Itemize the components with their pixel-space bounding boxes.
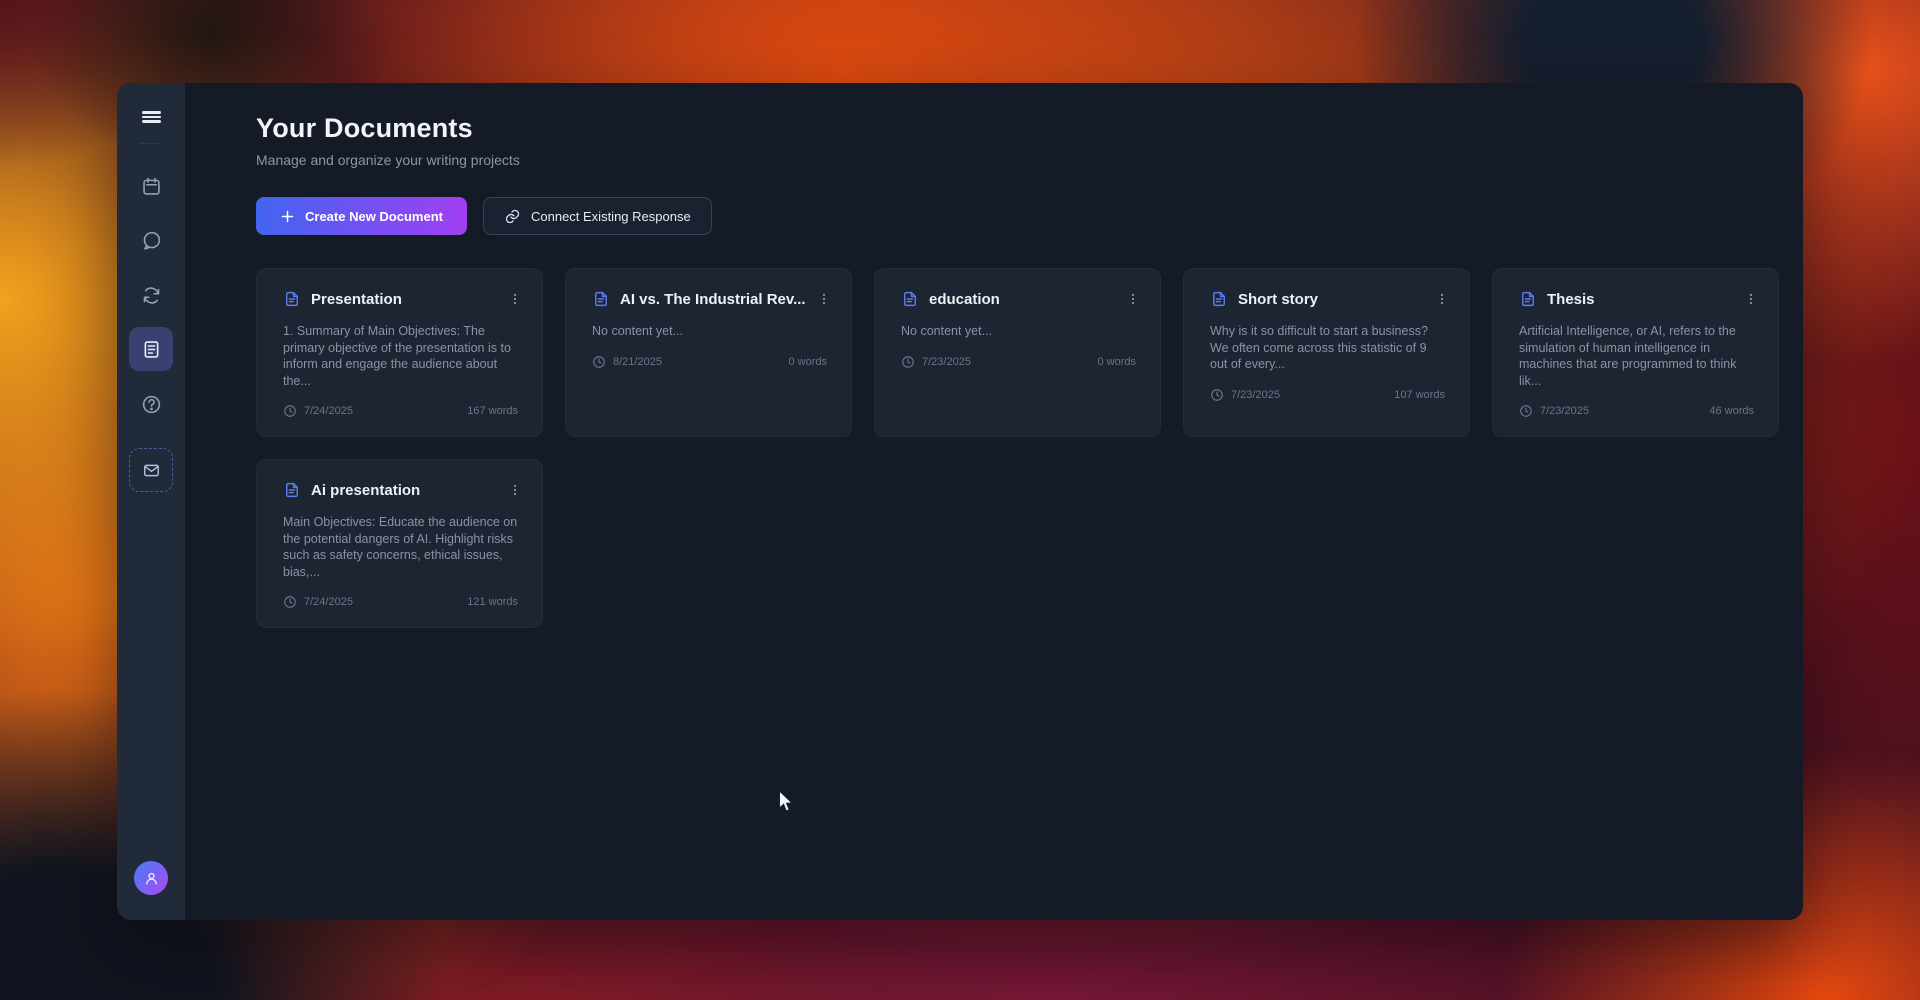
hamburger-icon [141, 109, 161, 125]
kebab-icon [513, 484, 517, 496]
page-subtitle: Manage and organize your writing project… [256, 152, 520, 168]
document-card[interactable]: AI vs. The Industrial Rev... No content … [565, 268, 852, 437]
card-header: Ai presentation [283, 480, 518, 500]
document-date: 7/24/2025 [304, 405, 353, 417]
document-icon [286, 291, 298, 307]
main-content: Your Documents Manage and organize your … [185, 83, 1804, 920]
document-icon [904, 291, 916, 307]
clock-icon [284, 596, 296, 608]
calendar-icon [142, 177, 160, 195]
card-header: AI vs. The Industrial Rev... [592, 289, 827, 309]
card-header: education [901, 289, 1136, 309]
connect-existing-response-button[interactable]: Connect Existing Response [482, 197, 712, 235]
document-card[interactable]: Short story Why is it so difficult to st… [1183, 268, 1470, 437]
clock-icon [1211, 388, 1223, 401]
card-menu-button[interactable] [1431, 289, 1453, 309]
sidebar-item-documents[interactable] [129, 327, 173, 371]
kebab-icon [513, 293, 517, 305]
card-footer: 7/23/2025 46 words [1519, 404, 1754, 418]
user-icon [145, 872, 157, 885]
document-card[interactable]: education No content yet... 7/23/2025 0 … [874, 268, 1161, 437]
document-word-count: 121 words [467, 596, 518, 608]
document-icon [1522, 291, 1534, 307]
user-avatar[interactable] [134, 861, 168, 895]
document-icon [1213, 291, 1225, 307]
card-footer: 8/21/2025 0 words [592, 355, 827, 369]
create-new-document-label: Create New Document [305, 208, 443, 224]
toolbar: Create New Document Connect Existing Res… [256, 197, 1779, 235]
kebab-icon [1440, 293, 1444, 305]
create-new-document-button[interactable]: Create New Document [256, 197, 467, 235]
document-word-count: 107 words [1394, 388, 1445, 401]
document-word-count: 167 words [467, 405, 518, 417]
document-title: Presentation [311, 290, 402, 308]
document-title: education [929, 290, 1000, 308]
kebab-icon [1131, 293, 1135, 305]
sidebar-item-calendar[interactable] [131, 166, 171, 206]
plus-icon [281, 210, 294, 222]
card-footer: 7/24/2025 121 words [283, 595, 518, 609]
chat-icon [143, 231, 160, 250]
kebab-icon [822, 293, 826, 305]
kebab-icon [1749, 293, 1753, 305]
card-header: Presentation [283, 289, 518, 309]
mail-icon [143, 464, 159, 476]
sidebar-item-inbox[interactable] [129, 448, 173, 492]
document-preview: Artificial Intelligence, or AI, refers t… [1519, 324, 1737, 388]
document-word-count: 46 words [1709, 405, 1754, 417]
document-title: AI vs. The Industrial Rev... [620, 290, 806, 308]
document-title: Ai presentation [311, 481, 421, 499]
card-menu-button[interactable] [1740, 289, 1762, 309]
document-preview: No content yet... [592, 324, 684, 338]
card-footer: 7/23/2025 107 words [1210, 388, 1445, 402]
card-footer: 7/24/2025 167 words [283, 404, 518, 418]
documents-grid: Presentation 1. Summary of Main Objectiv… [256, 268, 1779, 628]
document-word-count: 0 words [788, 355, 827, 368]
document-card[interactable]: Ai presentation Main Objectives: Educate… [256, 459, 543, 628]
card-header: Short story [1210, 289, 1445, 309]
document-card[interactable]: Presentation 1. Summary of Main Objectiv… [256, 268, 543, 437]
desktop-wallpaper: Your Documents Manage and organize your … [0, 0, 1920, 1000]
sidebar [117, 83, 185, 920]
help-icon [142, 395, 160, 413]
document-preview: No content yet... [901, 324, 993, 338]
page-title: Your Documents [256, 113, 473, 143]
card-header: Thesis [1519, 289, 1754, 309]
link-icon [505, 209, 520, 223]
document-icon [595, 291, 607, 307]
documents-icon [144, 340, 158, 358]
sidebar-divider [140, 143, 162, 144]
document-word-count: 0 words [1097, 355, 1136, 368]
document-date: 7/23/2025 [1231, 388, 1280, 401]
sidebar-item-chat[interactable] [131, 220, 171, 260]
sidebar-item-sync[interactable] [131, 275, 171, 315]
connect-existing-response-label: Connect Existing Response [530, 208, 691, 224]
document-preview: Why is it so difficult to start a busine… [1210, 324, 1428, 371]
clock-icon [1520, 405, 1532, 417]
clock-icon [902, 355, 914, 368]
document-title: Thesis [1547, 290, 1595, 308]
app-window: Your Documents Manage and organize your … [117, 83, 1803, 920]
card-menu-button[interactable] [1122, 289, 1144, 309]
document-date: 7/23/2025 [1540, 405, 1589, 417]
card-footer: 7/23/2025 0 words [901, 355, 1136, 369]
document-card[interactable]: Thesis Artificial Intelligence, or AI, r… [1492, 268, 1779, 437]
clock-icon [593, 355, 605, 368]
document-date: 8/21/2025 [613, 355, 662, 368]
card-menu-button[interactable] [504, 480, 526, 500]
card-menu-button[interactable] [504, 289, 526, 309]
document-preview: 1. Summary of Main Objectives: The prima… [283, 324, 511, 388]
clock-icon [284, 405, 296, 417]
sidebar-item-help[interactable] [131, 384, 171, 424]
sync-icon [143, 286, 159, 304]
hamburger-menu-button[interactable] [131, 97, 171, 137]
card-menu-button[interactable] [813, 289, 835, 309]
document-date: 7/23/2025 [922, 355, 971, 368]
document-date: 7/24/2025 [304, 596, 353, 608]
document-title: Short story [1238, 290, 1319, 308]
document-preview: Main Objectives: Educate the audience on… [283, 515, 518, 579]
document-icon [286, 482, 298, 498]
